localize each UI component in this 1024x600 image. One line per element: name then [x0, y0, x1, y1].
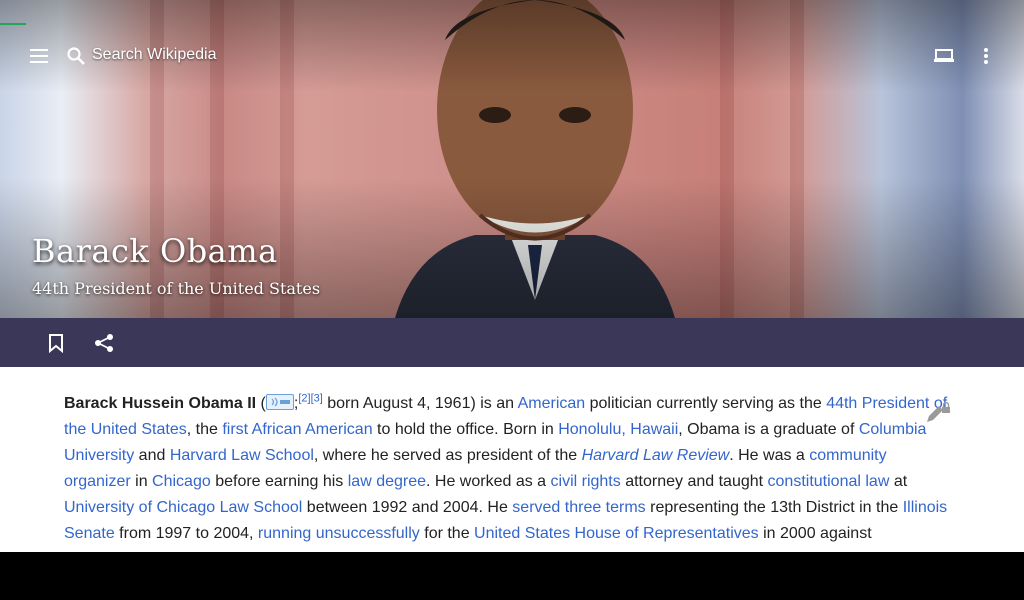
tabs-icon[interactable]: [930, 42, 958, 70]
link-civil-rights[interactable]: civil rights: [551, 473, 621, 490]
text: in: [130, 473, 153, 490]
article-action-bar: [0, 318, 1024, 367]
search-input[interactable]: Search Wikipedia: [92, 46, 217, 64]
page-load-progress: [0, 23, 26, 25]
toolbar: Search Wikipedia: [0, 0, 1024, 92]
share-icon[interactable]: [90, 330, 118, 356]
link-harvard-law-review[interactable]: Harvard Law Review: [582, 447, 730, 464]
text: for the: [419, 525, 475, 542]
text: representing the 13th District in the: [645, 499, 903, 516]
text: from 1997 to 2004,: [114, 525, 258, 542]
link-american[interactable]: American: [518, 395, 586, 412]
hamburger-menu-icon[interactable]: [26, 42, 54, 70]
text: before earning his: [210, 473, 348, 490]
link-running-unsuccessfully[interactable]: running unsuccessfully: [258, 525, 420, 542]
article-title: Barack Obama: [32, 232, 278, 270]
link-honolulu[interactable]: Honolulu, Hawaii: [558, 421, 678, 438]
link-harvard-law-school[interactable]: Harvard Law School: [170, 447, 314, 464]
app-window: Barack Obama 44th President of the Unite…: [0, 0, 1024, 552]
text: in 2000 against: [758, 525, 872, 542]
link-constitutional-law[interactable]: constitutional law: [768, 473, 890, 490]
system-nav-bar: [0, 552, 1024, 600]
bookmark-icon[interactable]: [42, 330, 70, 356]
text: to hold the office. Born in: [372, 421, 559, 438]
text: . He was a: [729, 447, 810, 464]
subject-name: Barack Hussein Obama II: [64, 395, 257, 412]
reference-link[interactable]: [2]: [298, 393, 310, 405]
article-subtitle: 44th President of the United States: [32, 279, 321, 298]
link-first-african-american[interactable]: first African American: [222, 421, 372, 438]
link-chicago[interactable]: Chicago: [152, 473, 211, 490]
text: and: [134, 447, 170, 464]
text: politician currently serving as the: [585, 395, 827, 412]
text: , Obama is a graduate of: [678, 421, 859, 438]
link-served-three-terms[interactable]: served three terms: [512, 499, 645, 516]
audio-pronunciation-icon[interactable]: [265, 394, 294, 410]
search-icon[interactable]: [64, 44, 88, 68]
link-us-house[interactable]: United States House of Representatives: [474, 525, 759, 542]
text: . He worked as a: [426, 473, 551, 490]
link-uchicago-law[interactable]: University of Chicago Law School: [64, 499, 302, 516]
article-lead-paragraph: Barack Hussein Obama II (;[2][3] born Au…: [64, 391, 954, 547]
text: attorney and taught: [620, 473, 768, 490]
text: , where he served as president of the: [313, 447, 582, 464]
link-law-degree[interactable]: law degree: [348, 473, 426, 490]
text: at: [889, 473, 908, 490]
text: between 1992 and 2004. He: [302, 499, 513, 516]
text: (: [256, 395, 266, 412]
edit-locked-icon[interactable]: [924, 401, 952, 431]
more-vert-icon[interactable]: [972, 42, 1000, 70]
reference-link[interactable]: [3]: [311, 393, 323, 405]
text: born August 4, 1961) is an: [322, 395, 518, 412]
text: , the: [186, 421, 223, 438]
